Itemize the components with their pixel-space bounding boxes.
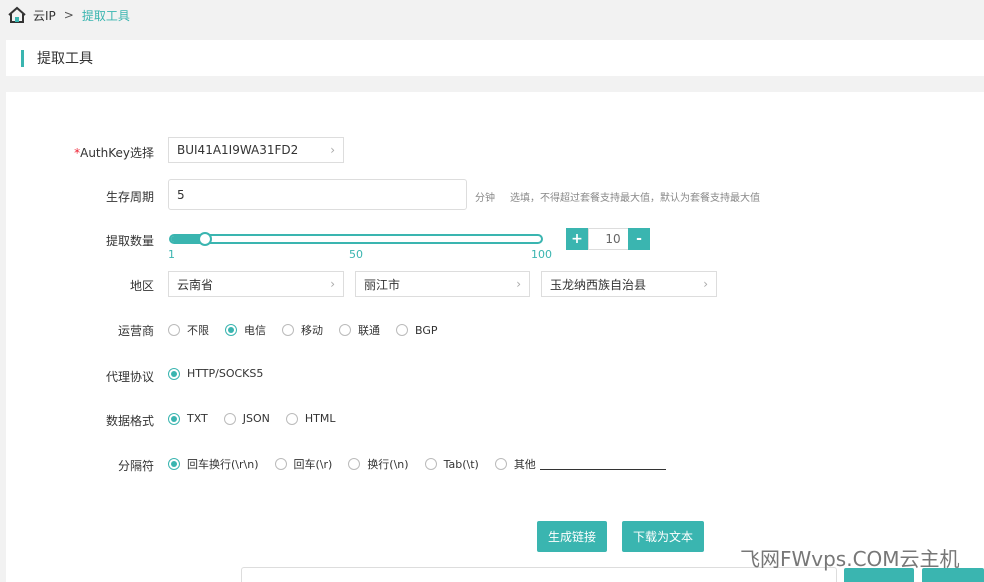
- separator-radio-group: 回车换行(\r\n) 回车(\r) 换行(\n) Tab(\t) 其他: [168, 456, 666, 472]
- breadcrumb-separator: >: [63, 8, 74, 22]
- format-option-2[interactable]: HTML: [285, 412, 336, 425]
- quantity-slider-thumb[interactable]: [197, 232, 212, 246]
- quantity-tick-mid: 50: [349, 248, 363, 261]
- title-accent-bar: [21, 49, 24, 67]
- page-title-bar: 提取工具: [6, 40, 984, 76]
- watermark: 飞网FWvps.COM云主机: [740, 547, 960, 571]
- isp-option-2[interactable]: 移动: [282, 322, 323, 338]
- quantity-label: 提取数量: [105, 234, 154, 248]
- chevron-right-icon: ›: [516, 277, 521, 291]
- quantity-tick-min: 1: [168, 248, 175, 261]
- lifetime-unit: 分钟: [475, 193, 495, 204]
- isp-radio-group: 不限 电信 移动 联通 BGP: [168, 322, 454, 338]
- radio-icon: [282, 324, 294, 336]
- chevron-right-icon: ›: [703, 277, 708, 291]
- radio-icon: [396, 324, 408, 336]
- separator-option-3[interactable]: Tab(\t): [424, 458, 479, 471]
- radio-checked-icon: [225, 324, 237, 336]
- format-option-0[interactable]: TXT: [168, 412, 208, 425]
- home-icon[interactable]: [7, 6, 27, 24]
- protocol-option-0[interactable]: HTTP/SOCKS5: [168, 367, 263, 380]
- breadcrumb: 云IP > 提取工具: [0, 0, 984, 30]
- region-label: 地区: [129, 279, 154, 293]
- province-value: 云南省: [177, 277, 214, 292]
- isp-option-0[interactable]: 不限: [168, 322, 209, 338]
- page-title: 提取工具: [37, 51, 93, 67]
- separator-label: 分隔符: [117, 459, 154, 473]
- protocol-label: 代理协议: [105, 370, 154, 384]
- radio-checked-icon: [168, 458, 180, 470]
- lifetime-hint: 选填，不得超过套餐支持最大值，默认为套餐支持最大值: [510, 193, 760, 204]
- separator-option-1[interactable]: 回车(\r): [274, 456, 332, 472]
- city-select[interactable]: 丽江市 ›: [355, 271, 530, 297]
- radio-icon: [274, 458, 287, 470]
- chevron-right-icon: ›: [330, 143, 335, 157]
- isp-option-1[interactable]: 电信: [225, 322, 266, 338]
- separator-other-input[interactable]: [539, 458, 666, 470]
- isp-option-4[interactable]: BGP: [396, 324, 438, 337]
- generate-link-button[interactable]: 生成链接: [537, 521, 607, 552]
- download-text-button[interactable]: 下载为文本: [622, 521, 704, 552]
- radio-icon: [424, 458, 437, 470]
- county-value: 玉龙纳西族自治县: [550, 277, 647, 292]
- breadcrumb-current[interactable]: 提取工具: [82, 7, 130, 24]
- quantity-slider[interactable]: [169, 232, 543, 246]
- isp-option-3[interactable]: 联通: [339, 322, 380, 338]
- isp-label: 运营商: [117, 324, 154, 338]
- quantity-minus-button[interactable]: -: [628, 228, 650, 250]
- radio-checked-icon: [168, 412, 180, 425]
- quantity-plus-button[interactable]: +: [566, 228, 588, 250]
- authkey-select[interactable]: BUI41A1I9WA31FD2 ›: [168, 137, 344, 163]
- radio-icon: [494, 458, 507, 470]
- lifetime-input[interactable]: [168, 179, 467, 210]
- authkey-label: *AuthKey选择: [74, 146, 154, 160]
- radio-checked-icon: [168, 367, 180, 380]
- format-option-1[interactable]: JSON: [223, 412, 270, 425]
- radio-icon: [223, 412, 236, 425]
- authkey-value: BUI41A1I9WA31FD2: [177, 143, 299, 157]
- radio-icon: [348, 458, 361, 470]
- separator-option-2[interactable]: 换行(\n): [348, 456, 409, 472]
- separator-option-4[interactable]: 其他: [494, 456, 536, 472]
- chevron-right-icon: ›: [330, 277, 335, 291]
- lifetime-label: 生存周期: [105, 190, 154, 204]
- province-select[interactable]: 云南省 ›: [168, 271, 344, 297]
- form-panel: *AuthKey选择 BUI41A1I9WA31FD2 › 生存周期 分钟 选填…: [6, 92, 984, 582]
- format-label: 数据格式: [105, 414, 154, 428]
- radio-icon: [168, 324, 180, 336]
- breadcrumb-root[interactable]: 云IP: [33, 7, 56, 24]
- quantity-tick-max: 100: [531, 248, 552, 261]
- protocol-radio-group: HTTP/SOCKS5: [168, 367, 279, 380]
- separator-option-0[interactable]: 回车换行(\r\n): [168, 456, 259, 472]
- format-radio-group: TXT JSON HTML: [168, 412, 352, 425]
- city-value: 丽江市: [364, 277, 401, 292]
- radio-icon: [285, 412, 298, 425]
- county-select[interactable]: 玉龙纳西族自治县 ›: [541, 271, 717, 297]
- radio-icon: [339, 324, 351, 336]
